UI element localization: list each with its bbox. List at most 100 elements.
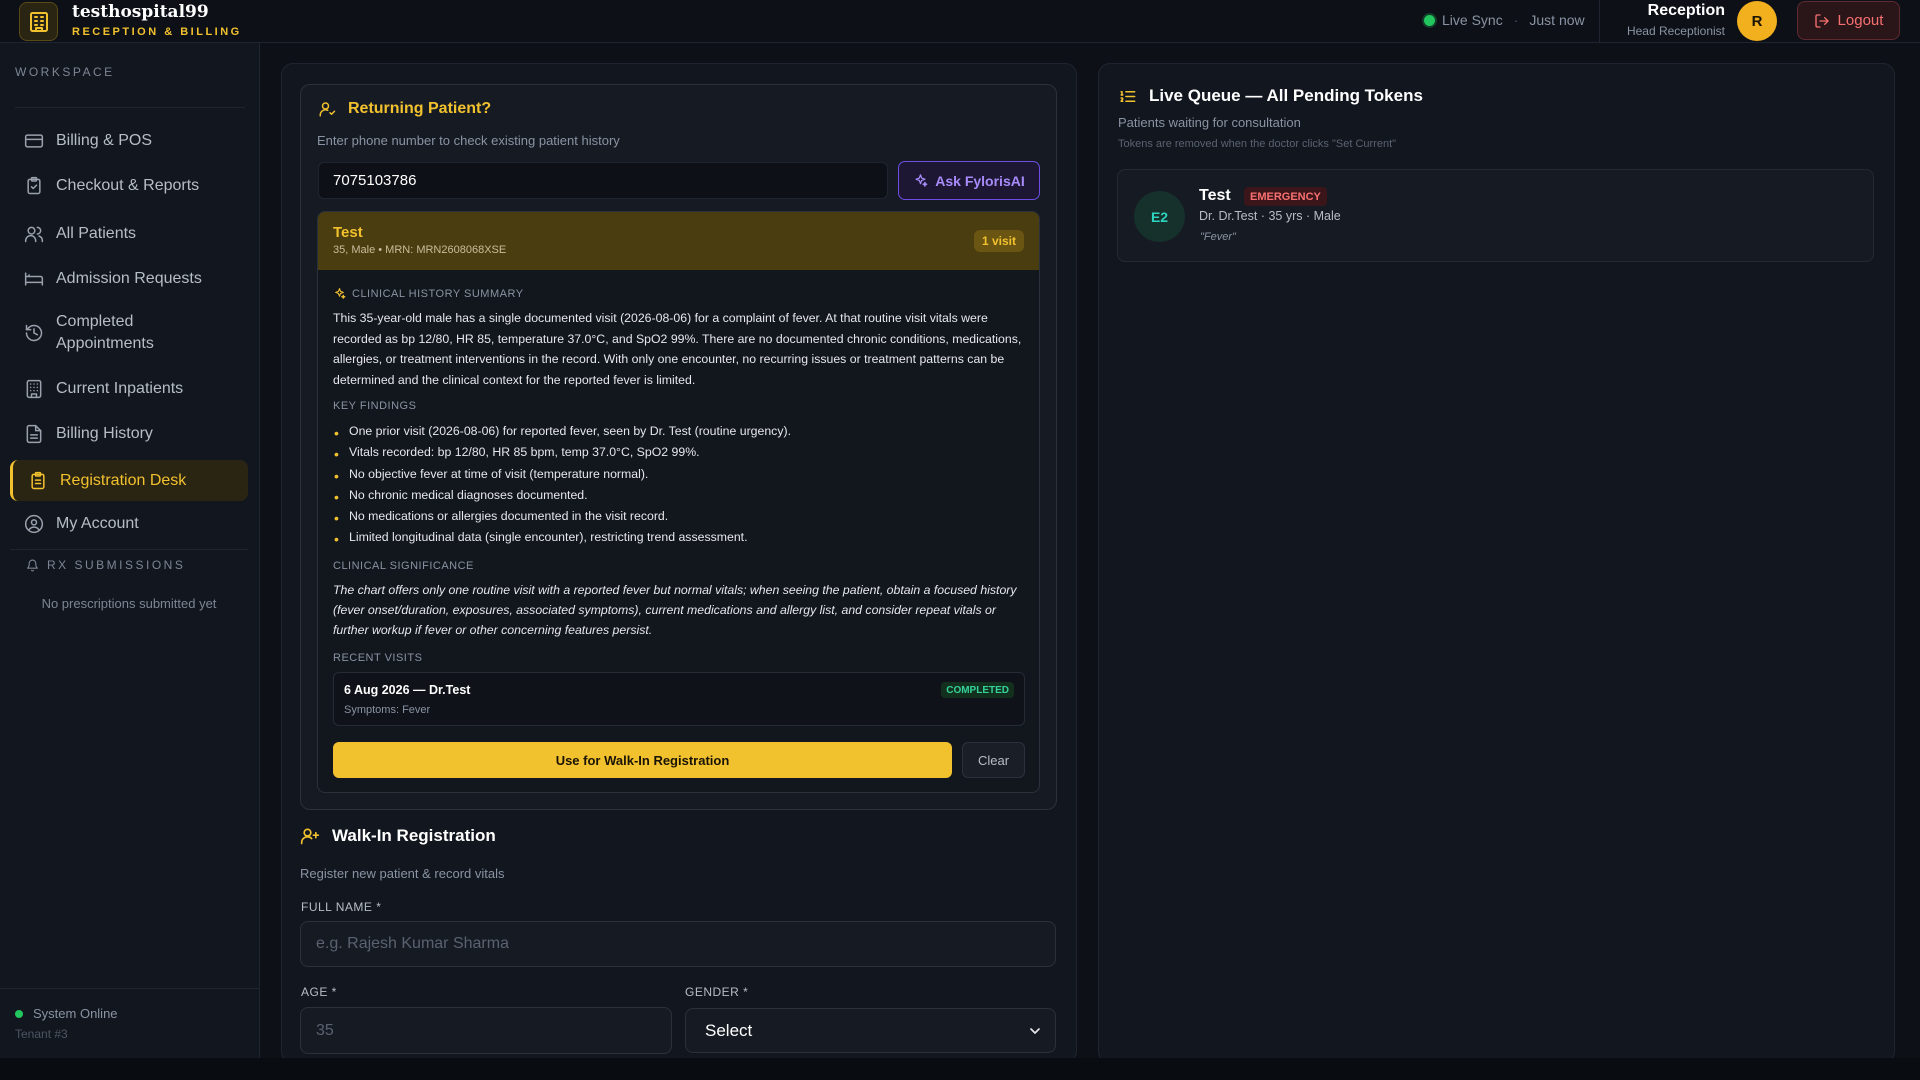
- clinical-significance-text: The chart offers only one routine visit …: [333, 583, 1017, 637]
- queue-token-card[interactable]: E2 Test EMERGENCY Dr. Dr.Test · 35 yrs ·…: [1117, 169, 1874, 262]
- brand-name: testhospital99: [72, 2, 209, 22]
- sidebar-item-billing-pos[interactable]: Billing & POS: [10, 123, 248, 159]
- sidebar-item-label: My Account: [56, 515, 139, 532]
- user-role: Head Receptionist: [1626, 24, 1725, 38]
- workspace-divider: [15, 107, 245, 108]
- rx-submissions-header: RX SUBMISSIONS: [26, 558, 185, 572]
- sidebar-item-label: All Patients: [56, 225, 137, 242]
- gender-select[interactable]: Select: [685, 1008, 1056, 1053]
- sidebar-item-all-patients[interactable]: All Patients: [10, 216, 248, 252]
- walkin-title: Walk-In Registration: [300, 826, 496, 846]
- recent-visits-label: RECENT VISITS: [333, 652, 423, 664]
- emergency-badge: EMERGENCY: [1244, 187, 1327, 206]
- history-icon: [25, 324, 43, 342]
- live-sync-label: Live Sync: [1442, 12, 1503, 28]
- age-input[interactable]: [300, 1007, 672, 1054]
- returning-patient-title: Returning Patient?: [318, 100, 491, 118]
- visit-count-badge: 1 visit: [973, 230, 1024, 252]
- sidebar-item-billing-history[interactable]: Billing History: [10, 416, 248, 452]
- live-status-dot: [1424, 14, 1435, 26]
- brand-subtitle: RECEPTION & BILLING: [72, 26, 242, 38]
- bed-icon: [24, 272, 44, 286]
- system-status-dot: [15, 1009, 23, 1018]
- walkin-subtitle: Register new patient & record vitals: [300, 866, 505, 881]
- token-patient-name: Test: [1199, 187, 1231, 204]
- recent-visit-item[interactable]: 6 Aug 2026 — Dr.Test Symptoms: Fever COM…: [333, 672, 1025, 726]
- clinical-summary-label-text: CLINICAL HISTORY SUMMARY: [352, 287, 524, 300]
- live-sync-status: Live Sync · Just now: [1424, 12, 1585, 28]
- sidebar-item-label: Completed Appointments: [56, 313, 154, 352]
- full-name-label: FULL NAME *: [301, 900, 382, 914]
- token-symptom: "Fever": [1200, 231, 1236, 243]
- key-findings-label: KEY FINDINGS: [333, 400, 417, 412]
- clear-button[interactable]: Clear: [962, 742, 1025, 778]
- sidebar-item-completed-appointments[interactable]: Completed Appointments: [10, 307, 248, 359]
- gender-select-value: Select: [705, 1020, 753, 1040]
- logout-label: Logout: [1837, 12, 1884, 29]
- user-circle-icon: [24, 514, 44, 534]
- clipboard-list-icon: [31, 471, 45, 489]
- finding-item: One prior visit (2026-08-06) for reporte…: [333, 421, 1023, 443]
- file-text-icon: [26, 424, 42, 444]
- bottom-strip: [0, 1058, 1920, 1080]
- sidebar-item-label: Admission Requests: [56, 270, 202, 287]
- chevron-down-icon: [1030, 1028, 1040, 1034]
- header-divider: [1599, 0, 1600, 43]
- sparkles-icon: [915, 174, 928, 187]
- bell-icon: [27, 559, 38, 571]
- sidebar-item-label: Registration Desk: [60, 471, 187, 489]
- hospital-logo-icon: [19, 2, 58, 41]
- workspace-label: WORKSPACE: [15, 65, 115, 79]
- system-status: System Online: [15, 1006, 118, 1021]
- sidebar: WORKSPACE Billing & POS Checkout & Repor…: [0, 43, 260, 1058]
- clinical-summary-text: This 35-year-old male has a single docum…: [333, 311, 1022, 387]
- full-name-input[interactable]: [300, 921, 1056, 967]
- sidebar-item-label: Billing History: [56, 425, 153, 442]
- sparkles-icon: [335, 288, 346, 299]
- key-findings-list: One prior visit (2026-08-06) for reporte…: [333, 421, 1023, 550]
- phone-input[interactable]: [318, 162, 888, 199]
- returning-patient-title-text: Returning Patient?: [348, 100, 492, 117]
- visit-symptoms: Symptoms: Fever: [344, 704, 431, 716]
- live-queue-title: Live Queue — All Pending Tokens: [1118, 86, 1423, 106]
- ask-fylorisai-label: Ask FylorisAI: [935, 172, 1025, 189]
- walkin-title-text: Walk-In Registration: [332, 826, 496, 845]
- live-queue-subtitle: Patients waiting for consultation: [1118, 115, 1301, 130]
- sidebar-item-label: Billing & POS: [56, 132, 153, 149]
- token-number: E2: [1134, 191, 1185, 242]
- visit-title: 6 Aug 2026 — Dr.Test: [344, 683, 471, 697]
- finding-item: Vitals recorded: bp 12/80, HR 85 bpm, te…: [333, 442, 1023, 464]
- user-avatar[interactable]: R: [1737, 1, 1777, 41]
- logout-icon: [1814, 13, 1829, 28]
- live-queue-title-text: Live Queue — All Pending Tokens: [1149, 86, 1423, 105]
- use-for-walkin-button[interactable]: Use for Walk-In Registration: [333, 742, 952, 778]
- sidebar-item-admission-requests[interactable]: Admission Requests: [10, 261, 248, 297]
- card-icon: [24, 134, 44, 148]
- sidebar-item-current-inpatients[interactable]: Current Inpatients: [10, 371, 248, 407]
- user-plus-icon: [300, 828, 320, 845]
- user-search-icon: [319, 102, 336, 117]
- patient-result-header: Test 35, Male • MRN: MRN2608068XSE 1 vis…: [318, 212, 1039, 270]
- top-header: testhospital99 RECEPTION & BILLING Live …: [0, 0, 1920, 43]
- sidebar-item-registration-desk[interactable]: Registration Desk: [10, 460, 248, 501]
- ask-fylorisai-button[interactable]: Ask FylorisAI: [898, 161, 1040, 200]
- returning-patient-subtitle: Enter phone number to check existing pat…: [317, 133, 620, 148]
- finding-item: Limited longitudinal data (single encoun…: [333, 527, 1023, 550]
- user-name: Reception: [1647, 2, 1725, 19]
- users-icon: [24, 226, 44, 243]
- finding-item: No medications or allergies documented i…: [333, 506, 1023, 528]
- rx-submissions-label: RX SUBMISSIONS: [47, 558, 186, 572]
- patient-result-card: Test 35, Male • MRN: MRN2608068XSE 1 vis…: [317, 211, 1040, 793]
- sidebar-item-checkout-reports[interactable]: Checkout & Reports: [10, 168, 248, 204]
- tenant-label: Tenant #3: [15, 1027, 68, 1041]
- patient-name: Test: [333, 224, 363, 241]
- list-ordered-icon: [1120, 90, 1136, 102]
- clinical-summary-label: CLINICAL HISTORY SUMMARY: [333, 287, 524, 300]
- sidebar-item-label: Current Inpatients: [56, 380, 184, 397]
- sidebar-item-my-account[interactable]: My Account: [10, 506, 248, 542]
- visit-status-badge: COMPLETED: [941, 682, 1014, 698]
- sidebar-bottom-divider: [0, 988, 259, 989]
- sync-time: Just now: [1529, 12, 1585, 28]
- clipboard-check-icon: [27, 176, 41, 195]
- logout-button[interactable]: Logout: [1797, 1, 1900, 40]
